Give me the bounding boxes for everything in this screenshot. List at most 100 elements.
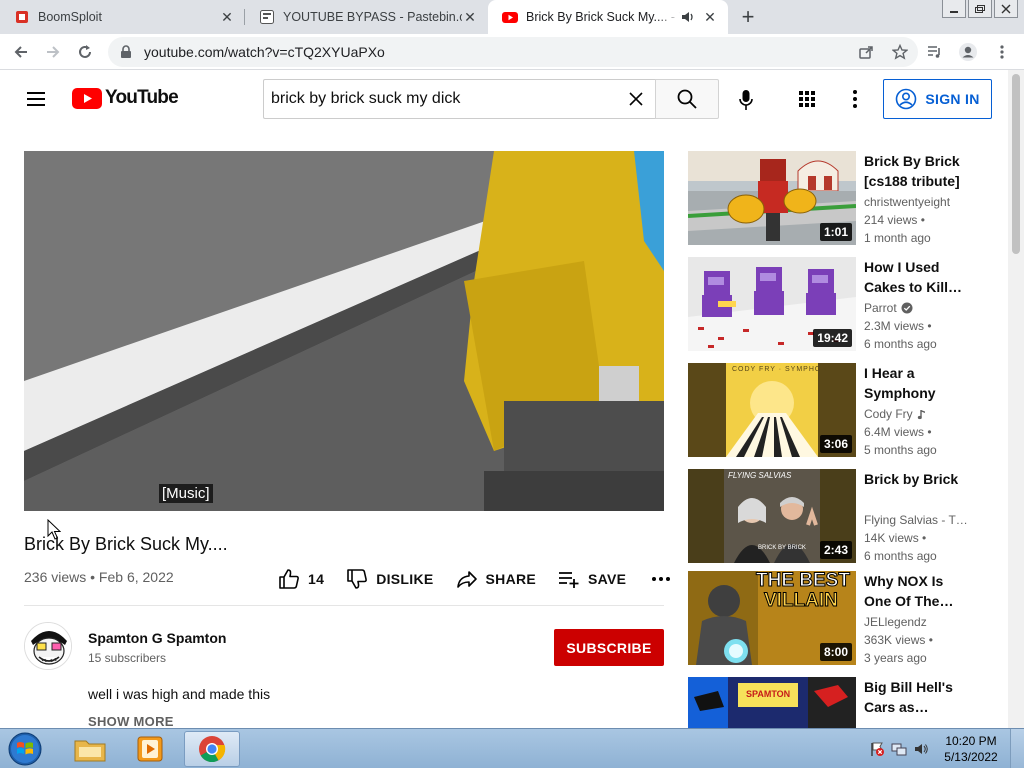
- browser-toolbar: youtube.com/watch?v=cTQ2XYUaPXo: [0, 34, 1024, 70]
- search-button[interactable]: [655, 79, 719, 119]
- page-scrollbar[interactable]: [1008, 70, 1024, 728]
- recommended-views: 2.3M views •: [864, 319, 932, 333]
- hamburger-menu-icon[interactable]: [24, 87, 48, 111]
- recommended-video[interactable]: SPAMTON Big Bill Hell's Cars as…: [688, 677, 988, 728]
- video-meta: 236 views • Feb 6, 2022: [24, 569, 174, 585]
- youtube-logo[interactable]: YouTube: [72, 87, 179, 109]
- youtube-header: YouTube brick by brick suck my dick SIGN…: [0, 70, 1008, 128]
- browser-menu-icon[interactable]: [988, 37, 1016, 67]
- video-duration: 2:43: [819, 541, 852, 559]
- recommended-title[interactable]: Brick by Brick: [864, 469, 974, 489]
- like-count: 14: [308, 571, 325, 587]
- share-button[interactable]: SHARE: [456, 566, 537, 592]
- more-actions-icon[interactable]: [650, 566, 672, 592]
- taskbar-chrome[interactable]: [184, 731, 240, 767]
- recommended-video[interactable]: 19:42 How I Used Cakes to Kill… Parrot 2…: [688, 257, 988, 351]
- recommended-title[interactable]: How I Used Cakes to Kill…: [864, 257, 974, 297]
- video-duration: 19:42: [813, 329, 852, 347]
- media-control-icon[interactable]: [920, 37, 948, 67]
- recommended-video[interactable]: CODY FRY · SYMPHONY 3:06 I Hear a Sympho…: [688, 363, 988, 457]
- recommended-views: 214 views •: [864, 213, 925, 227]
- save-button[interactable]: SAVE: [558, 566, 626, 592]
- verified-check-icon: [901, 302, 913, 314]
- thumbnail-text: THE BEST: [756, 571, 851, 591]
- recommended-title[interactable]: Why NOX Is One Of The…: [864, 571, 974, 611]
- channel-name[interactable]: Spamton G Spamton: [88, 630, 226, 646]
- share-page-icon[interactable]: [852, 37, 880, 67]
- action-center-flag-icon[interactable]: [866, 739, 888, 759]
- recommended-title[interactable]: I Hear a Symphony: [864, 363, 974, 403]
- back-arrow-icon: [14, 45, 27, 58]
- recommended-channel: Flying Salvias - T…: [864, 513, 972, 527]
- recommended-age: 6 months ago: [864, 549, 937, 563]
- address-bar[interactable]: youtube.com/watch?v=cTQ2XYUaPXo: [108, 37, 918, 67]
- like-button[interactable]: 14: [278, 566, 324, 592]
- youtube-icon: [502, 9, 518, 25]
- reload-button[interactable]: [70, 37, 100, 67]
- subscribe-button[interactable]: SUBSCRIBE: [554, 629, 664, 666]
- close-window-button[interactable]: [994, 0, 1018, 18]
- recommended-title[interactable]: Big Bill Hell's Cars as…: [864, 677, 974, 717]
- window-controls: [942, 0, 1018, 18]
- tab-close-icon[interactable]: ✕: [219, 9, 235, 25]
- channel-avatar[interactable]: [24, 622, 72, 670]
- show-more-button[interactable]: SHOW MORE: [88, 714, 174, 729]
- thumbs-down-icon: [347, 569, 368, 589]
- tab-title: YOUTUBE BYPASS - Pastebin.com: [283, 10, 462, 24]
- speaker-icon[interactable]: [680, 9, 696, 25]
- search-input[interactable]: brick by brick suck my dick: [263, 79, 656, 119]
- bookmark-star-icon[interactable]: [886, 37, 914, 67]
- restore-button[interactable]: [968, 0, 992, 18]
- settings-menu-icon[interactable]: [843, 87, 867, 111]
- video-thumbnail[interactable]: THE BEST VILLAIN 8:00: [688, 571, 856, 665]
- recommended-video[interactable]: 1:01 Brick By Brick [cs188 tribute] chri…: [688, 151, 988, 245]
- apps-grid-icon[interactable]: [795, 87, 819, 111]
- start-button[interactable]: [6, 731, 44, 767]
- sign-in-button[interactable]: SIGN IN: [883, 79, 992, 119]
- scrollbar-thumb[interactable]: [1012, 74, 1020, 254]
- recommended-channel: JELlegendz: [864, 615, 972, 629]
- clear-search-icon[interactable]: [626, 89, 646, 109]
- video-player[interactable]: [24, 151, 664, 511]
- recommended-views: 6.4M views •: [864, 425, 932, 439]
- forward-button[interactable]: [38, 37, 68, 67]
- tab-youtube-active[interactable]: Brick By Brick Suck My.... - YouTube ✕: [488, 0, 728, 34]
- taskbar-clock[interactable]: 10:20 PM 5/13/2022: [932, 733, 1010, 765]
- video-thumbnail[interactable]: 1:01: [688, 151, 856, 245]
- back-button[interactable]: [6, 37, 36, 67]
- recommended-channel: christwentyeight: [864, 195, 972, 209]
- tab-close-icon[interactable]: ✕: [462, 9, 478, 25]
- tab-close-icon[interactable]: ✕: [702, 9, 718, 25]
- sign-in-label: SIGN IN: [925, 91, 980, 107]
- profile-icon[interactable]: [954, 37, 982, 67]
- taskbar-explorer[interactable]: [62, 731, 118, 767]
- system-tray: 10:20 PM 5/13/2022: [866, 729, 1024, 768]
- network-icon[interactable]: [888, 739, 910, 759]
- show-desktop-button[interactable]: [1010, 729, 1024, 768]
- taskbar-media-player[interactable]: [122, 731, 178, 767]
- video-thumbnail[interactable]: 19:42: [688, 257, 856, 351]
- recommended-views: 363K views •: [864, 633, 933, 647]
- video-duration: 8:00: [819, 643, 852, 661]
- video-thumbnail[interactable]: FLYING SALVIAS BRICK BY BRICK 2:43: [688, 469, 856, 563]
- recommended-title[interactable]: Brick By Brick [cs188 tribute]: [864, 151, 974, 191]
- minimize-button[interactable]: [942, 0, 966, 18]
- new-tab-button[interactable]: +: [728, 0, 768, 34]
- video-duration: 3:06: [819, 435, 852, 453]
- voice-search-button[interactable]: [732, 86, 760, 114]
- search-query: brick by brick suck my dick: [271, 90, 461, 107]
- screen: BoomSploit ✕ YOUTUBE BYPASS - Pastebin.c…: [0, 0, 1024, 768]
- recommended-video[interactable]: FLYING SALVIAS BRICK BY BRICK 2:43 Brick…: [688, 469, 988, 563]
- tab-pastebin[interactable]: YOUTUBE BYPASS - Pastebin.com ✕: [245, 0, 488, 34]
- recommended-video[interactable]: THE BEST VILLAIN 8:00 Why NOX Is One Of …: [688, 571, 988, 665]
- dislike-button[interactable]: DISLIKE: [346, 566, 433, 592]
- clock-date: 5/13/2022: [944, 750, 998, 764]
- thumbnail-text: CODY FRY · SYMPHONY: [732, 366, 834, 373]
- recommended-age: 6 months ago: [864, 337, 937, 351]
- video-thumbnail[interactable]: CODY FRY · SYMPHONY 3:06: [688, 363, 856, 457]
- volume-icon[interactable]: [910, 739, 932, 759]
- video-title: Brick By Brick Suck My....: [24, 534, 228, 554]
- tab-boomsploit[interactable]: BoomSploit ✕: [0, 0, 245, 34]
- video-thumbnail[interactable]: SPAMTON: [688, 677, 856, 728]
- browser-tab-strip: BoomSploit ✕ YOUTUBE BYPASS - Pastebin.c…: [0, 0, 1024, 34]
